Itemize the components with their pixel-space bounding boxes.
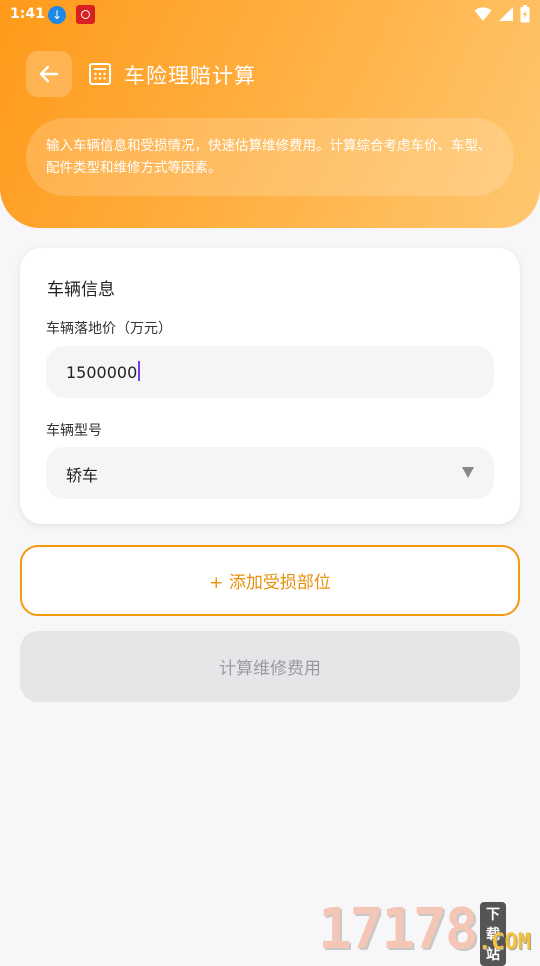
text-cursor xyxy=(138,361,141,381)
price-input-value: 1500000 xyxy=(66,361,141,382)
watermark-digits: 17178 xyxy=(318,897,479,962)
price-input[interactable]: 1500000 xyxy=(46,346,494,398)
dropdown-arrow-icon xyxy=(462,467,474,478)
price-value-text: 1500000 xyxy=(66,363,138,382)
wifi-icon xyxy=(474,7,492,21)
intro-box: 输入车辆信息和受损情况，快速估算维修费用。计算综合考虑车价、车型、配件类型和维修… xyxy=(26,118,514,196)
price-label: 车辆落地价（万元） xyxy=(46,321,172,337)
calculate-button[interactable]: 计算维修费用 xyxy=(20,631,520,702)
page-title: 车险理赔计算 xyxy=(124,64,256,88)
vehicle-info-card: 车辆信息 车辆落地价（万元） 1500000 车辆型号 轿车 xyxy=(20,248,520,524)
download-notification-icon: ↓ xyxy=(48,6,66,24)
model-select[interactable]: 轿车 xyxy=(46,447,494,499)
arrow-left-icon xyxy=(39,65,59,83)
card-title: 车辆信息 xyxy=(47,280,115,300)
status-time: 1:41 xyxy=(10,6,45,22)
signal-icon xyxy=(499,7,513,21)
header-banner: 1:41 ↓ 车险理赔计算 输入车辆信息和受损情况，快速估算维修费用。计算综合考… xyxy=(0,0,540,228)
model-label: 车辆型号 xyxy=(46,423,102,439)
add-damage-button[interactable]: + 添加受损部位 xyxy=(20,545,520,616)
watermark-suffix: .COM xyxy=(478,930,531,955)
status-indicators xyxy=(474,5,530,23)
model-select-value: 轿车 xyxy=(66,466,99,485)
battery-icon xyxy=(520,5,530,23)
back-button[interactable] xyxy=(26,51,72,97)
intro-text: 输入车辆信息和受损情况，快速估算维修费用。计算综合考虑车价、车型、配件类型和维修… xyxy=(46,138,492,176)
app-notification-icon xyxy=(76,5,95,24)
status-bar: 1:41 ↓ xyxy=(0,0,540,30)
calculator-icon xyxy=(89,63,111,85)
